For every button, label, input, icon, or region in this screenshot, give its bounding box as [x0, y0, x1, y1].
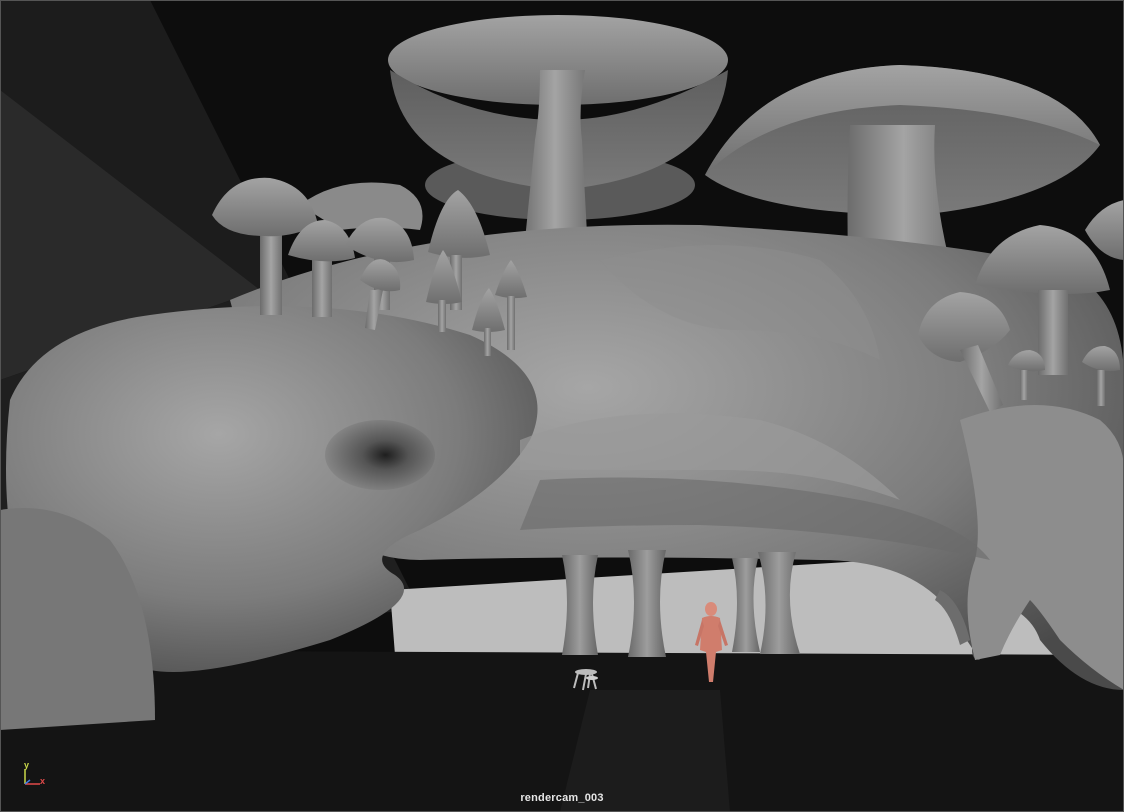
axis-lines-icon — [24, 769, 40, 785]
axis-y-label: y — [24, 760, 30, 770]
axis-gizmo: y x — [16, 760, 56, 790]
camera-name-label: rendercam_003 — [520, 792, 604, 804]
axis-x-label: x — [40, 776, 46, 786]
scene-render[interactable] — [0, 0, 1124, 812]
3d-viewport[interactable]: y x rendercam_003 — [0, 0, 1124, 812]
